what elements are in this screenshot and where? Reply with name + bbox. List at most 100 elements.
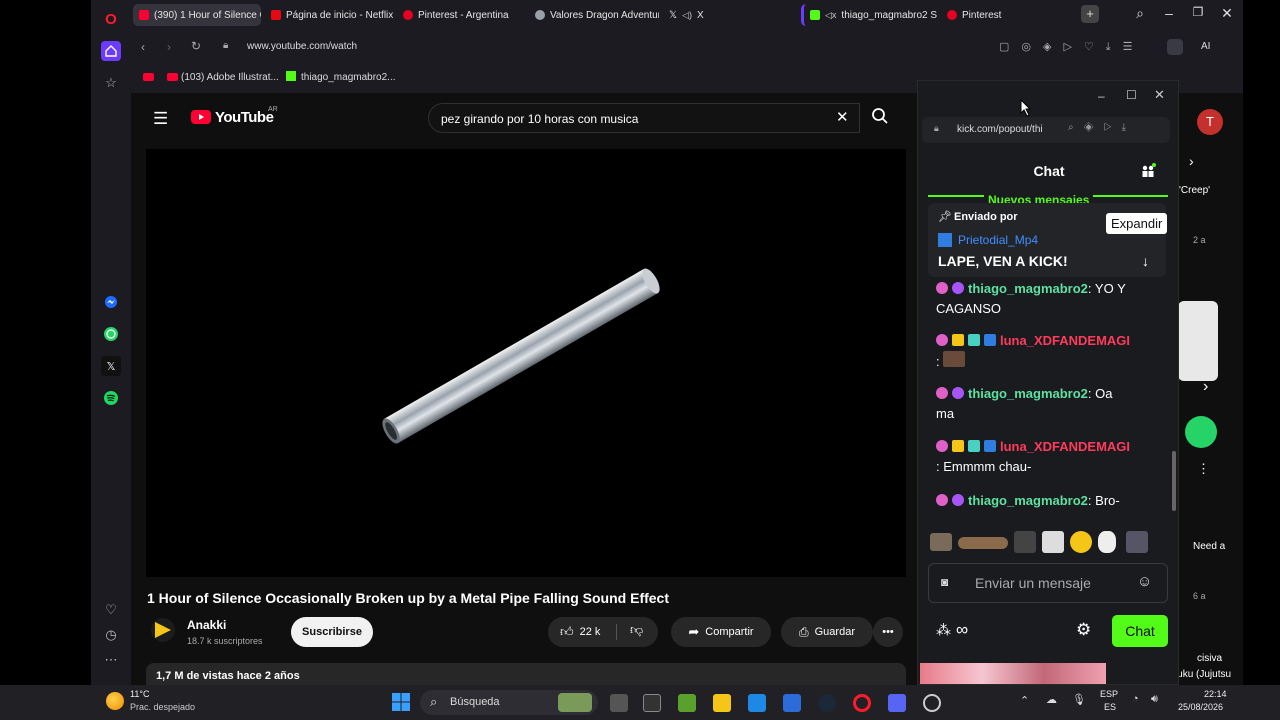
tab-pinterest[interactable]: Pinterest [941,4,1041,26]
chat-username[interactable]: thiago_magmabro2 [968,386,1088,401]
emoji-icon[interactable]: ☺ [1137,573,1152,590]
settings-gear-icon[interactable]: ⚙ [1076,620,1091,640]
channel-name[interactable]: Anakki [187,618,226,632]
region-indicator[interactable]: ES [1104,702,1116,712]
arrow-down-icon[interactable]: ↓ [1142,253,1149,269]
chevron-up-icon[interactable]: ⌃ [1020,694,1029,707]
windows-start-icon[interactable] [392,693,410,711]
clear-search-icon[interactable]: ✕ [836,108,849,126]
subscribe-button[interactable]: Suscribirse [291,617,373,647]
bookmark-adobe[interactable]: (103) Adobe Illustrat... [181,72,279,83]
star-icon[interactable]: ☆ [101,73,121,93]
home-icon[interactable] [101,41,121,61]
minecraft-icon[interactable] [678,694,696,712]
wifi-icon[interactable]: ◔ [1132,693,1139,705]
network-icon[interactable]: ☁ [1046,693,1057,706]
clock-time[interactable]: 22:14 [1204,689,1227,699]
chat-input[interactable]: ◙ Enviar un mensaje ☺ [928,563,1168,603]
menu-icon[interactable]: ☰ [153,109,168,129]
steam-icon[interactable] [818,694,836,712]
youtube-logo-icon[interactable] [191,110,211,124]
spotify-icon[interactable] [101,388,121,408]
file-explorer-icon[interactable] [713,694,731,712]
mic-icon[interactable]: 🎙︎ [1072,693,1086,706]
reload-icon[interactable]: ↻ [191,39,201,53]
emote-icon[interactable] [1098,531,1116,553]
chat-username[interactable]: thiago_magmabro2 [968,493,1088,508]
opera-logo-icon[interactable]: O [101,9,121,29]
chat-username[interactable]: luna_XDFANDEMAGI [1000,333,1130,348]
address-bar-tools-icon[interactable]: ▢◎◈▷♡⤓☰ [999,40,1145,54]
emote-icon[interactable] [1042,531,1064,553]
emote-icon[interactable] [958,537,1008,549]
chat-send-button[interactable]: Chat [1112,615,1168,647]
taskbar-search[interactable]: ⌕ Búsqueda [420,690,598,715]
weather-temp[interactable]: 11°C [130,689,149,699]
avatar[interactable]: T [1197,109,1223,135]
store-icon[interactable] [783,694,801,712]
tab-pinterest-argentina[interactable]: Pinterest - Argentina [397,4,525,26]
history-icon[interactable]: ◷ [101,625,121,645]
chevron-right-icon[interactable]: › [1203,378,1208,396]
like-icon[interactable]: 👍︎ [560,624,574,640]
emote-icon[interactable] [1014,531,1036,553]
tab-kick[interactable]: ◁x thiago_magmabro2 S [801,4,939,26]
url-field[interactable]: www.youtube.com/watch [247,41,357,52]
opera-icon[interactable] [853,694,871,712]
volume-icon[interactable]: 🔊︎ [1151,693,1158,706]
like-count[interactable]: 22 k [580,626,601,638]
pinned-username[interactable]: Prietodial_Mp4 [958,233,1038,247]
app-icon[interactable] [748,694,766,712]
forward-icon[interactable]: › [167,40,171,54]
users-icon[interactable] [1140,163,1156,182]
x-icon[interactable]: 𝕏 [101,356,121,376]
more-actions-button[interactable]: ••• [873,617,903,647]
heart-icon[interactable]: ♡ [101,600,121,620]
discord-icon[interactable] [888,694,906,712]
search-input[interactable]: pez girando por 10 horas con musica [428,103,860,133]
close-window-button[interactable]: ✕ [1217,5,1237,22]
app-icon[interactable] [643,694,661,712]
popout-url[interactable]: kick.com/popout/thi [957,124,1043,135]
back-icon[interactable]: ‹ [141,40,145,54]
dislike-icon[interactable]: 👎︎ [630,622,643,638]
lang-indicator[interactable]: ESP [1100,689,1118,699]
kebab-menu-icon[interactable]: ⋮ [1197,461,1210,477]
emote-icon[interactable] [1070,531,1092,553]
emote-icon[interactable] [1126,531,1148,553]
messenger-icon[interactable] [101,292,121,312]
chevron-right-icon[interactable]: › [1189,153,1194,169]
clock-date[interactable]: 25/08/2026 [1178,702,1223,712]
popout-minimize-button[interactable]: – [1098,89,1105,103]
weather-desc[interactable]: Prac. despejado [130,702,195,712]
video-player[interactable] [146,149,906,577]
minimize-button[interactable]: – [1159,5,1179,21]
aria-button[interactable]: AI [1201,41,1210,52]
tab-youtube[interactable]: (390) 1 Hour of Silence Oc [133,4,261,26]
points-icon[interactable]: ⁂ [936,621,951,639]
chat-scrollbar[interactable] [1172,451,1176,511]
save-button[interactable]: ⎙ Guardar [781,617,873,647]
popout-maximize-button[interactable]: ☐ [1126,88,1137,102]
share-button[interactable]: ➦ Compartir [671,617,771,647]
popout-close-button[interactable]: ✕ [1154,87,1165,103]
tab-dragon-adventures[interactable]: Valores Dragon Adventur [529,4,659,26]
whatsapp-icon[interactable] [101,324,121,344]
settings-icon[interactable] [923,694,941,712]
popout-tools-icon[interactable]: ⌕◈▷⤓ [1068,122,1136,133]
chat-username[interactable]: thiago_magmabro2 [968,281,1088,296]
search-tabs-icon[interactable]: ⌕ [1130,5,1150,22]
search-icon[interactable] [871,107,889,130]
short-thumbnail[interactable] [1178,301,1218,381]
tab-netflix[interactable]: Página de inicio - Netflix [265,4,393,26]
task-view-icon[interactable] [610,694,628,712]
emote-icon[interactable] [930,533,952,551]
bookmark-kick[interactable]: thiago_magmabro2... [301,72,396,83]
chat-username[interactable]: luna_XDFANDEMAGI [1000,439,1130,454]
new-tab-button[interactable]: + [1081,5,1099,23]
restore-button[interactable]: ❐ [1188,5,1208,19]
description-box[interactable]: 1,7 M de vistas hace 2 años [146,663,906,685]
channel-avatar[interactable] [151,618,175,642]
tab-x[interactable]: 𝕏 ◁) X [663,4,711,26]
more-icon[interactable]: ⋯ [101,650,121,670]
